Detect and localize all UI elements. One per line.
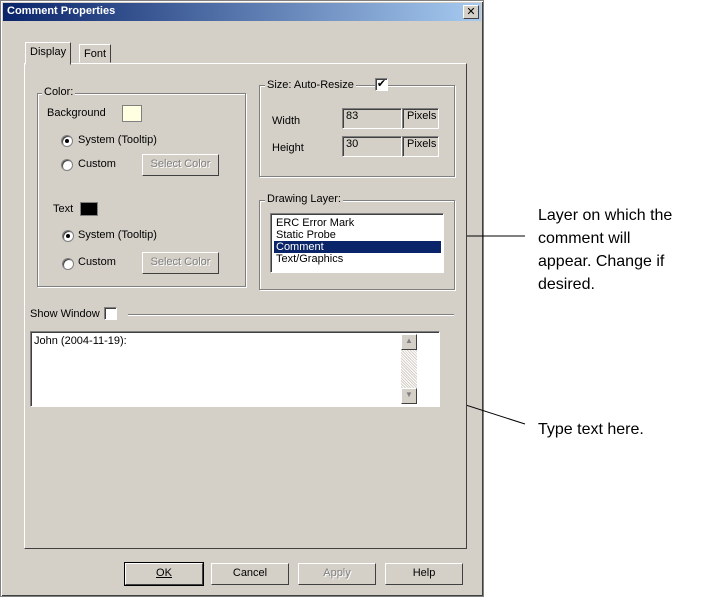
scroll-down-button[interactable]: ▼ bbox=[401, 388, 417, 404]
height-unit: Pixels bbox=[402, 136, 439, 157]
text-color-label: Text bbox=[53, 203, 74, 215]
background-system-radio[interactable] bbox=[61, 135, 73, 147]
comment-properties-dialog: Comment Properties ✕ Display Font Color:… bbox=[0, 0, 484, 597]
width-field[interactable]: 83 bbox=[342, 108, 402, 129]
list-item[interactable]: Comment bbox=[274, 241, 441, 253]
drawing-layer-legend: Drawing Layer: bbox=[265, 193, 343, 205]
arrow-up-icon: ▲ bbox=[405, 336, 413, 345]
text-custom-label: Custom bbox=[78, 256, 116, 268]
color-group-legend: Color: bbox=[42, 86, 76, 98]
show-window-checkbox[interactable] bbox=[104, 307, 117, 320]
display-tab-panel: Color: Background System (Tooltip) Custo… bbox=[24, 63, 467, 549]
text-system-label: System (Tooltip) bbox=[78, 229, 157, 241]
layer-annotation-line: appear. Change if bbox=[538, 253, 665, 270]
drawing-layer-listbox[interactable]: ERC Error Mark Static Probe Comment Text… bbox=[270, 213, 444, 273]
auto-resize-label: Auto-Resize bbox=[293, 79, 354, 91]
list-item[interactable]: ERC Error Mark bbox=[274, 217, 468, 229]
background-system-label: System (Tooltip) bbox=[78, 134, 157, 146]
comment-text-area[interactable]: John (2004-11-19): ▲ ▼ bbox=[30, 331, 440, 407]
text-select-color-button[interactable]: Select Color bbox=[142, 252, 219, 274]
size-group-legend: Size: Auto-Resize bbox=[265, 79, 356, 91]
layer-annotation-line: comment will bbox=[538, 230, 631, 247]
background-color-swatch bbox=[122, 105, 142, 122]
layer-annotation: Layer on which the comment will appear. … bbox=[538, 204, 716, 296]
text-system-radio[interactable] bbox=[62, 230, 74, 242]
background-label: Background bbox=[47, 107, 106, 119]
checkmark-icon: ✔ bbox=[376, 78, 387, 90]
size-group bbox=[259, 85, 455, 177]
separator bbox=[128, 314, 454, 316]
tab-display-label: Display bbox=[30, 46, 67, 58]
height-label: Height bbox=[272, 142, 304, 154]
vertical-scrollbar[interactable]: ▲ ▼ bbox=[401, 334, 417, 404]
background-custom-label: Custom bbox=[78, 158, 116, 170]
layer-annotation-line: desired. bbox=[538, 276, 595, 293]
width-unit: Pixels bbox=[402, 108, 439, 129]
comment-text: John (2004-11-19): bbox=[34, 335, 127, 347]
show-window-label: Show Window bbox=[30, 308, 100, 320]
text-color-swatch bbox=[80, 202, 98, 216]
tab-display[interactable]: Display bbox=[25, 42, 72, 65]
text-annotation: Type text here. bbox=[538, 421, 644, 438]
scroll-up-button[interactable]: ▲ bbox=[401, 334, 417, 350]
auto-resize-checkbox[interactable]: ✔ bbox=[375, 78, 388, 91]
width-label: Width bbox=[272, 115, 301, 127]
list-item[interactable]: Text/Graphics bbox=[274, 253, 468, 265]
size-legend-text: Size: bbox=[267, 79, 292, 91]
arrow-down-icon: ▼ bbox=[405, 390, 413, 399]
background-custom-radio[interactable] bbox=[61, 159, 73, 171]
background-select-color-button[interactable]: Select Color bbox=[142, 154, 219, 176]
height-field[interactable]: 30 bbox=[342, 136, 402, 157]
text-custom-radio[interactable] bbox=[62, 258, 74, 270]
layer-annotation-line: Layer on which the bbox=[538, 207, 673, 224]
list-item[interactable]: Static Probe bbox=[274, 229, 468, 241]
